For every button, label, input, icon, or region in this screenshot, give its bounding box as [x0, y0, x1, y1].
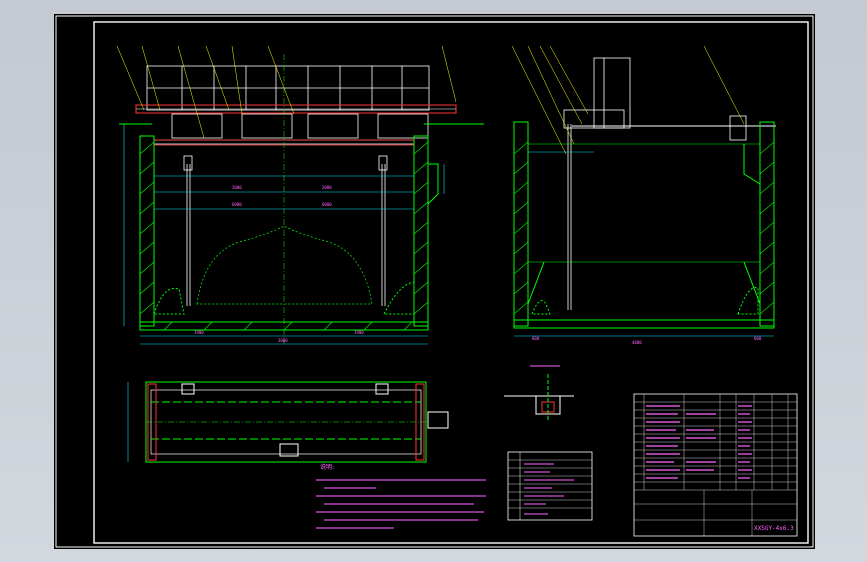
- svg-text:6000: 6000: [322, 202, 332, 207]
- title-block: XXSGY-4x6.3: [633, 393, 798, 537]
- svg-text:1900: 1900: [194, 330, 204, 335]
- material-table: [507, 451, 593, 521]
- inner-frame: [93, 21, 809, 544]
- airlift-pipes: [183, 155, 388, 306]
- front-leaders: [116, 45, 457, 139]
- plan-view: [127, 381, 449, 463]
- drawing-canvas: 2000 2000 6000 6000 1900 1900 3800 80040…: [55, 15, 814, 548]
- title-block-code: XXSGY-4x6.3: [754, 525, 794, 532]
- svg-text:4000: 4000: [632, 340, 642, 345]
- svg-text:800: 800: [532, 336, 540, 341]
- tank-walls: [119, 123, 484, 331]
- sand-pile-left: [196, 225, 373, 305]
- svg-text:800: 800: [754, 336, 762, 341]
- front-section-view: 2000 2000 6000 6000 1900 1900 3800: [116, 45, 484, 345]
- svg-text:6000: 6000: [232, 202, 242, 207]
- outer-frame: [55, 15, 814, 548]
- svg-text:2000: 2000: [232, 185, 242, 190]
- scraper-carriages: [154, 113, 429, 145]
- drawing-sheet: 2000 2000 6000 6000 1900 1900 3800 800 4…: [54, 14, 815, 549]
- svg-text:3800: 3800: [278, 338, 288, 343]
- side-leaders: [511, 45, 745, 155]
- svg-text:2000: 2000: [322, 185, 332, 190]
- notes-block: 说明:: [316, 463, 486, 529]
- notes-heading: 说明:: [320, 463, 334, 471]
- svg-text:1900: 1900: [354, 330, 364, 335]
- side-tank-walls: [513, 121, 775, 329]
- cad-viewport: 2000 2000 6000 6000 1900 1900 3800 800 4…: [0, 0, 867, 562]
- handrail: [146, 65, 430, 111]
- detail-view: [504, 365, 574, 420]
- side-section-view: 800 4000 800: [511, 45, 776, 345]
